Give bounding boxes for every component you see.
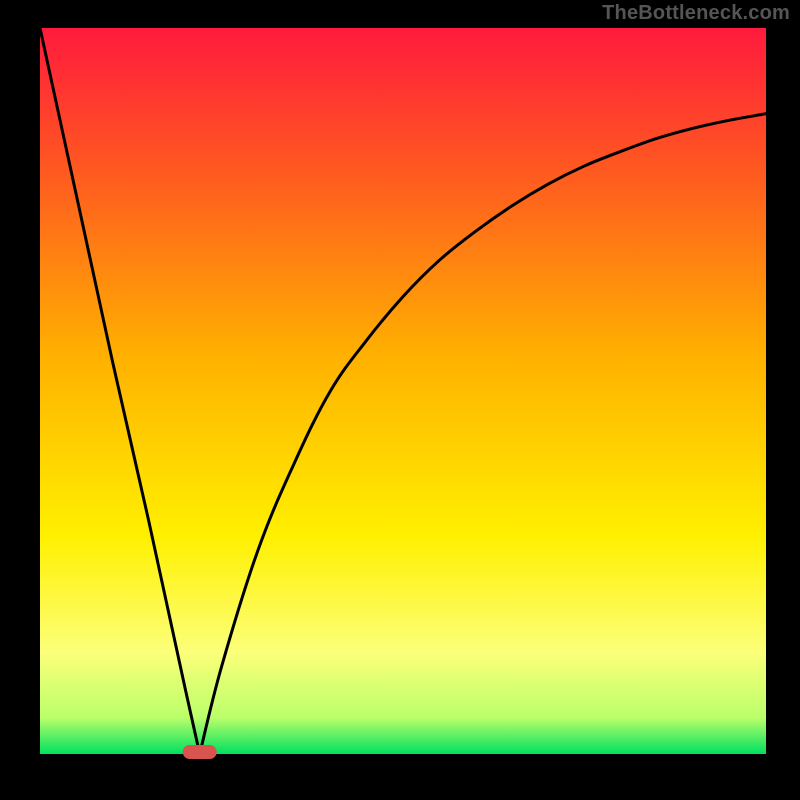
watermark-text: TheBottleneck.com <box>602 2 790 25</box>
chart-svg <box>0 0 800 800</box>
optimal-point-marker <box>183 745 217 759</box>
chart-frame: TheBottleneck.com <box>0 0 800 800</box>
